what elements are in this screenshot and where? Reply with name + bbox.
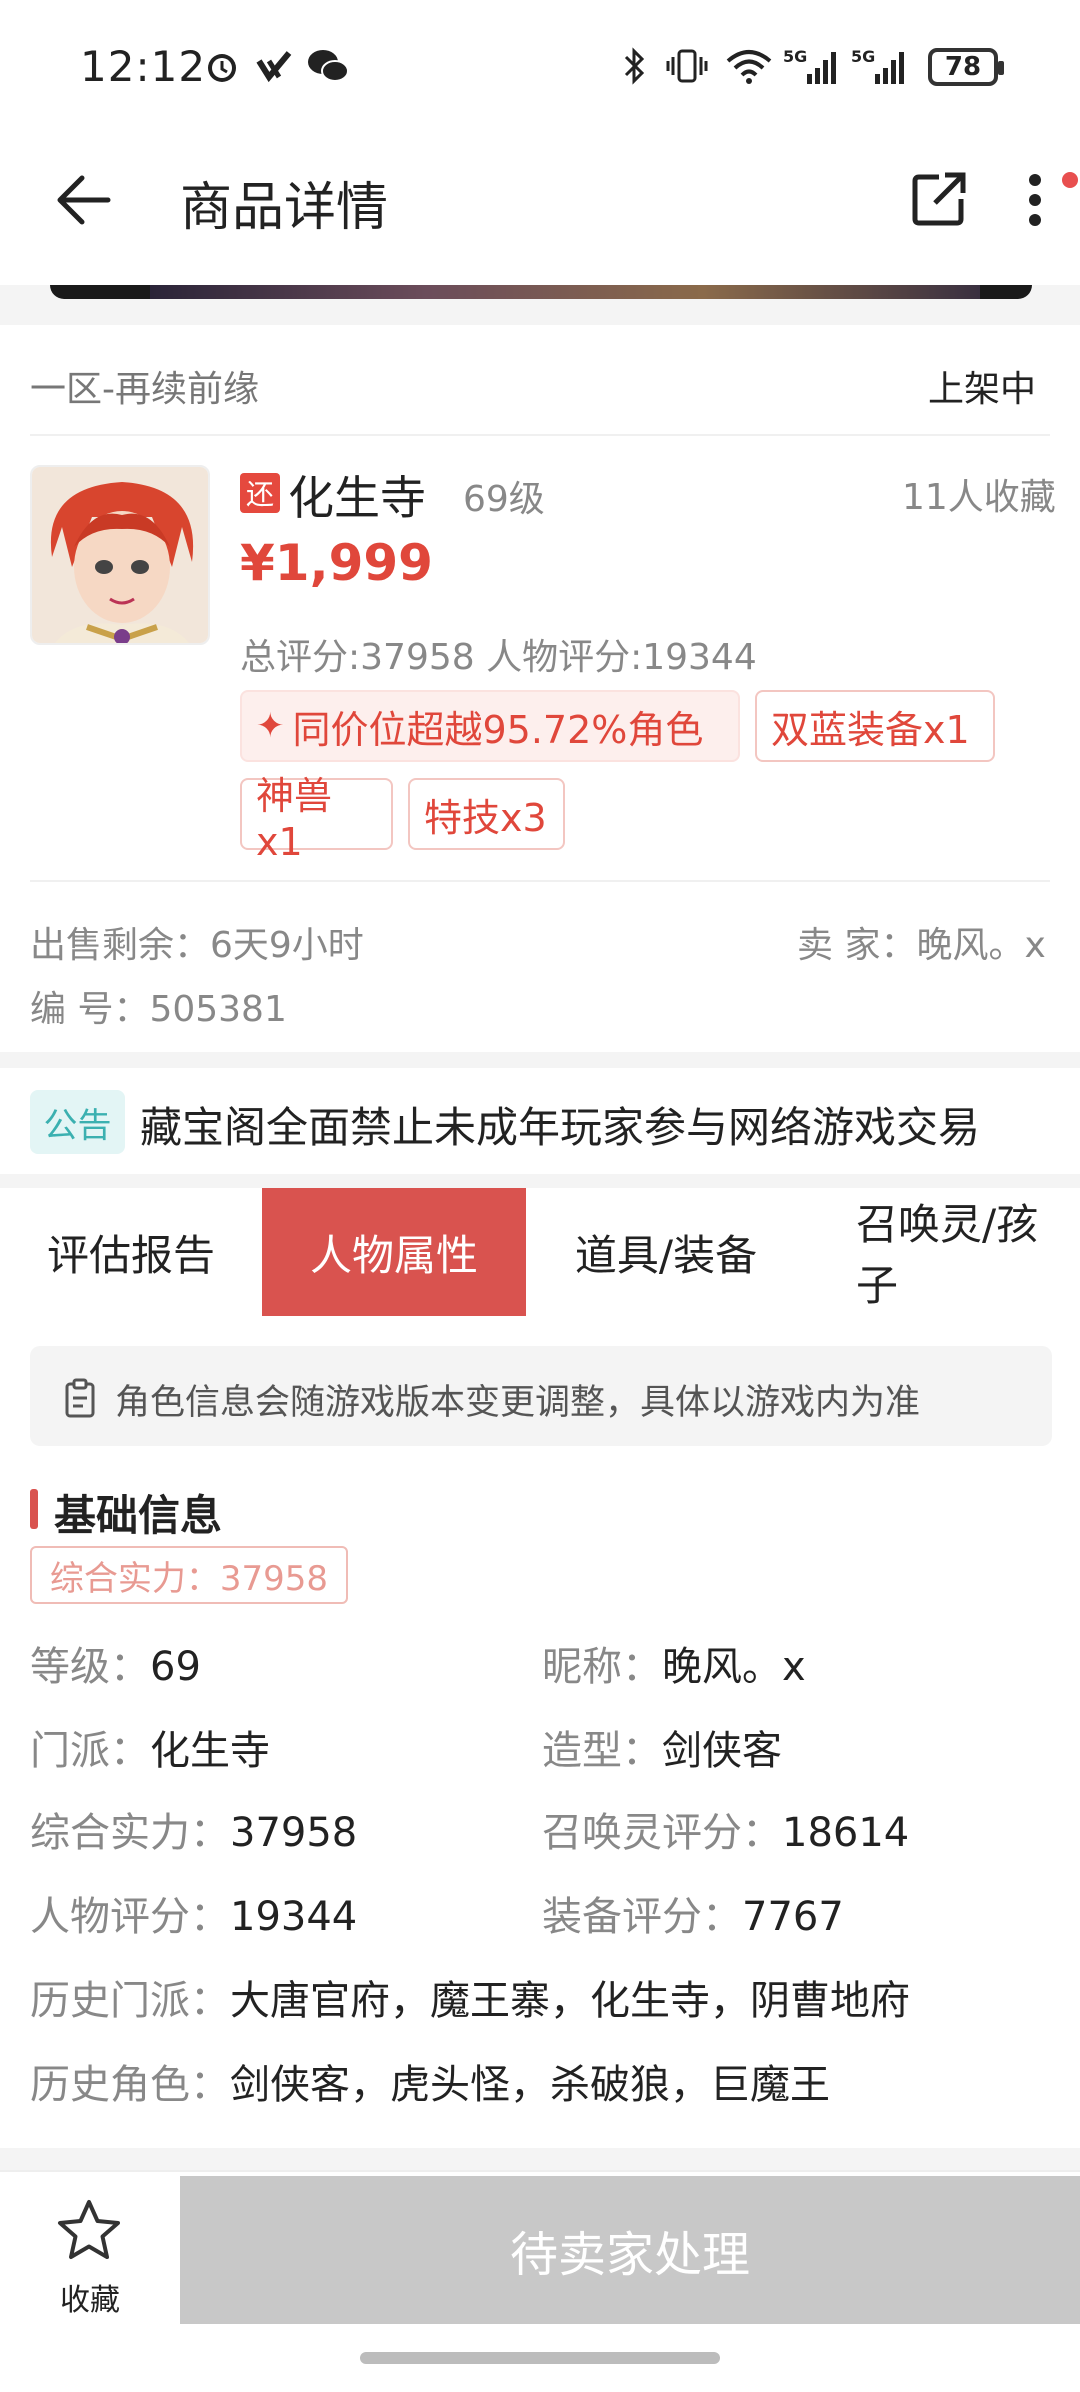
divider: [30, 434, 1050, 436]
attr-equipment-score: 装备评分：7767: [542, 1894, 844, 1940]
signal-2-icon: 5G: [850, 46, 910, 86]
tab-character-attributes[interactable]: 人物属性: [262, 1188, 526, 1316]
tab-summons-children[interactable]: 召唤灵/孩子: [806, 1188, 1080, 1316]
listing-status: 上架中: [928, 369, 1037, 410]
page-title: 商品详情: [180, 178, 389, 238]
star-icon[interactable]: [54, 2196, 124, 2266]
alarm-icon: [200, 46, 244, 86]
tab-evaluation[interactable]: 评估报告: [0, 1188, 262, 1316]
attr-school: 门派：化生寺: [30, 1728, 270, 1774]
attr-level: 等级：69: [30, 1644, 201, 1690]
server-name: 一区-再续前缘: [30, 369, 259, 410]
overall-power-tag: 综合实力：37958: [30, 1546, 348, 1604]
notification-dot: [1062, 172, 1078, 188]
feature-tag-beast[interactable]: 神兽x1: [240, 774, 393, 864]
home-indicator[interactable]: [360, 2352, 720, 2364]
seller-name[interactable]: 卖 家：晚风。x: [797, 916, 1046, 968]
back-arrow-icon[interactable]: [50, 160, 120, 240]
status-time: 12:12: [80, 42, 207, 91]
attr-summon-score: 召唤灵评分：18614: [542, 1810, 910, 1856]
tab-items-equipment[interactable]: 道具/装备: [526, 1188, 806, 1316]
svg-text:5G: 5G: [851, 47, 875, 66]
score-summary: 总评分:37958 人物评分:19344: [240, 637, 757, 678]
app-notification-icon: [252, 46, 296, 86]
favorite-count: 11人收藏: [902, 477, 1056, 518]
value-highlight-tag[interactable]: ✦ 同价位超越95.72%角色: [240, 690, 740, 762]
section-accent-bar: [30, 1489, 38, 1529]
return-badge: 还: [240, 473, 280, 513]
sparkle-icon: ✦: [256, 706, 285, 746]
attr-history-roles: 历史角色：剑侠客，虎头怪，杀破狼，巨魔王: [30, 2062, 830, 2108]
attr-nickname: 昵称：晚风。x: [542, 1644, 806, 1690]
sale-remaining-time: 出售剩余：6天9小时: [30, 925, 364, 966]
feature-tag-equipment[interactable]: 双蓝装备x1: [755, 690, 995, 762]
wifi-icon: [722, 46, 776, 86]
clipboard-icon: [60, 1378, 100, 1418]
character-school: 化生寺: [288, 471, 426, 525]
battery-indicator: 78: [928, 48, 1004, 86]
info-hint-text: 角色信息会随游戏版本变更调整，具体以游戏内为准: [115, 1383, 921, 1423]
svg-text:5G: 5G: [783, 47, 807, 66]
character-level: 69级: [463, 479, 545, 520]
divider: [30, 880, 1050, 882]
value-highlight-text: 同价位超越95.72%角色: [292, 707, 704, 752]
signal-1-icon: 5G: [782, 46, 842, 86]
more-options-icon[interactable]: [1010, 170, 1060, 230]
banner-image[interactable]: [50, 285, 1032, 299]
feature-tag-skill[interactable]: 特技x3: [408, 778, 565, 850]
section-title: 基础信息: [54, 1491, 223, 1540]
attr-model: 造型：剑侠客: [542, 1728, 782, 1774]
favorite-label[interactable]: 收藏: [60, 2275, 120, 2319]
bluetooth-icon: [616, 46, 652, 86]
price: ¥1,999: [240, 534, 433, 592]
character-avatar[interactable]: [30, 465, 210, 645]
serial-number: 编 号：505381: [30, 989, 287, 1030]
attr-character-score: 人物评分：19344: [30, 1894, 358, 1940]
vibrate-icon: [662, 46, 712, 86]
pending-seller-button[interactable]: 待卖家处理: [180, 2176, 1080, 2324]
wechat-icon: [304, 46, 352, 86]
notice-text: 藏宝阁全面禁止未成年玩家参与网络游戏交易: [140, 1103, 981, 1152]
attr-overall-power: 综合实力：37958: [30, 1810, 358, 1856]
share-icon[interactable]: [905, 165, 975, 235]
notice-badge: 公告: [30, 1090, 125, 1154]
attr-history-schools: 历史门派：大唐官府，魔王寨，化生寺，阴曹地府: [30, 1978, 910, 2024]
